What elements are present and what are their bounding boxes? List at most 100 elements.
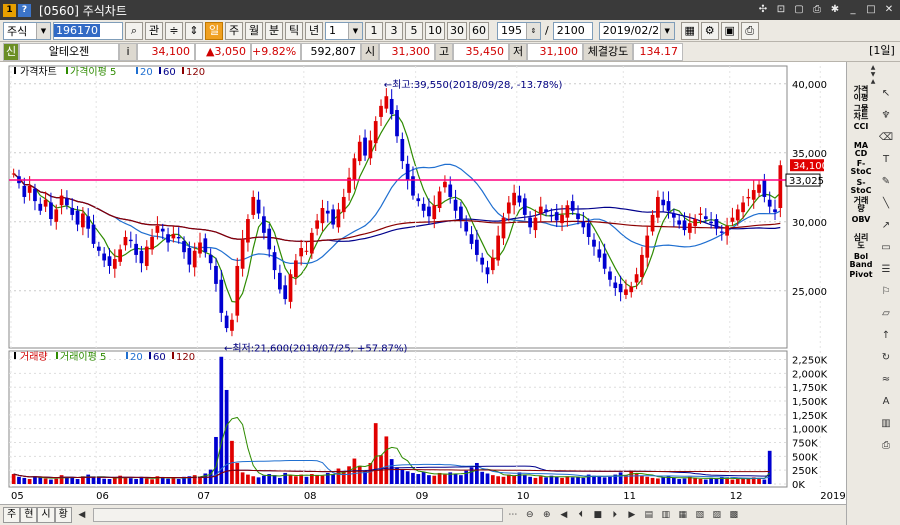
close-icon[interactable]: ✕ [882,2,896,17]
spin-updown-2-button[interactable]: ⇕ [185,21,203,40]
stock-code-input[interactable]: 196170 [53,21,123,40]
spin-up-down-button[interactable]: ≑ [165,21,183,40]
interval-60-button[interactable]: 60 [469,21,489,40]
left-icon[interactable]: ⏴ [574,508,588,522]
last-icon[interactable]: ▶ [625,508,639,522]
interval-1-button[interactable]: 1 [365,21,383,40]
interval-30-button[interactable]: 30 [447,21,467,40]
cursor-icon[interactable]: ↖ [876,86,896,101]
channel-icon[interactable]: ▱ [876,306,896,321]
interval-select[interactable]: 1 ▼ [325,21,363,40]
link-icon[interactable]: ⊡ [774,2,788,17]
count-spinner[interactable]: 195 ⇕ [497,21,541,40]
period-minute-button[interactable]: 분 [265,21,283,40]
tab-stock[interactable]: 주 [3,507,21,523]
day-period-button[interactable]: 일 [205,21,223,40]
indicator-button[interactable]: Pivot [849,271,873,279]
layout-1-icon[interactable]: ▤ [642,508,656,522]
interval-5-button[interactable]: 5 [405,21,423,40]
chart-svg[interactable]: 40,000 35,000 30,000 25,000 2,250K 2,000K 1,7… [0,62,862,504]
sidebar-arrow-icon[interactable]: ▲ [849,78,897,85]
eraser-icon[interactable]: ⌫ [876,130,896,145]
indicator-button[interactable]: MA CD [849,141,873,158]
layout-3-icon[interactable]: ▦ [676,508,690,522]
print-title-icon[interactable]: ⎙ [810,2,824,17]
chevron-down-icon: ▼ [36,22,50,39]
tab-status[interactable]: 황 [54,507,72,523]
auto-icon[interactable]: A [876,394,896,409]
help-icon[interactable]: ? [18,3,31,17]
candle-body [618,283,623,293]
scroll-left-icon[interactable]: ◀ [75,508,89,522]
candle-body [725,225,729,236]
watch-button[interactable]: 관 [145,21,163,40]
minimize-icon[interactable]: _ [846,2,860,17]
candle-icon[interactable]: ▥ [876,416,896,431]
cycle-icon[interactable]: ↻ [876,350,896,365]
pin-icon[interactable]: ✣ [756,2,770,17]
interval-3-button[interactable]: 3 [385,21,403,40]
print-icon[interactable]: ⎙ [876,438,896,453]
market-select[interactable]: 주식 ▼ [3,21,51,40]
date-select[interactable]: 2019/02/22 ▼ [598,21,675,40]
volume-bar [49,479,53,484]
volume-bar [538,476,543,484]
horizontal-scrollbar[interactable] [92,508,503,522]
zoom-out-icon[interactable]: ⊖ [523,508,537,522]
interval-10-button[interactable]: 10 [425,21,445,40]
save-icon[interactable]: ▢ [792,2,806,17]
volume-bar [730,479,735,484]
line-icon[interactable]: ╲ [876,196,896,211]
maximize-icon[interactable]: □ [864,2,878,17]
trend-icon[interactable]: ↗ [876,218,896,233]
indicator-button[interactable]: 가격 이평 [849,86,873,102]
candle-body [33,188,37,202]
sidebar-arrow-icon[interactable]: ▼ [849,71,897,78]
text-tool-icon[interactable]: T [876,152,896,167]
layout-6-icon[interactable]: ▩ [727,508,741,522]
tab-current[interactable]: 현 [20,507,38,523]
grid-button[interactable]: ▦ [680,21,699,40]
period-week-button[interactable]: 주 [225,21,243,40]
wave-icon[interactable]: ≈ [876,372,896,387]
settings-title-icon[interactable]: ✱ [828,2,842,17]
indicator-button[interactable]: 거래 량 [849,197,873,213]
print-chart-button[interactable]: ⎙ [740,21,759,40]
gann-icon[interactable]: ⚐ [876,284,896,299]
magnet-icon[interactable]: ♆ [876,108,896,123]
total-count-field[interactable]: 2100 [552,21,593,40]
info-button[interactable]: i [119,42,137,61]
scroll-dots-icon[interactable]: ⋯ [506,508,520,522]
candle-body [443,181,447,188]
indicator-button[interactable]: Bol Band [849,252,873,269]
candle-body [437,191,442,208]
save-chart-button[interactable]: ▣ [720,21,739,40]
period-year-button[interactable]: 년 [305,21,323,40]
config-button[interactable]: ⚙ [700,21,719,40]
indicator-button[interactable]: S- StoC [849,178,873,195]
indicator-button[interactable]: 그물 차트 [849,104,873,121]
layout-5-icon[interactable]: ▨ [710,508,724,522]
indicator-button[interactable]: F- StoC [849,160,873,176]
rect-icon[interactable]: ▭ [876,240,896,255]
stop-icon[interactable]: ■ [591,508,605,522]
layout-2-icon[interactable]: ▥ [659,508,673,522]
arrow-icon[interactable]: ↑ [876,328,896,343]
first-icon[interactable]: ◀ [557,508,571,522]
chart-area[interactable]: 40,000 35,000 30,000 25,000 2,250K 2,000K 1,7… [0,62,862,525]
zoom-in-icon[interactable]: ⊕ [540,508,554,522]
search-button[interactable]: ⌕ [125,21,143,40]
paint-icon[interactable]: ✎ [876,174,896,189]
period-month-button[interactable]: 월 [245,21,263,40]
indicator-button[interactable]: CCI [849,123,873,131]
right-icon[interactable]: ⏵ [608,508,622,522]
layout-4-icon[interactable]: ▧ [693,508,707,522]
hline-tag: 33,025 [785,173,824,187]
indicator-button[interactable]: OBV [849,215,873,224]
indicator-button[interactable]: 심리 도 [849,234,873,250]
sidebar-arrow-icon[interactable]: ▲ [849,64,897,71]
fibo-icon[interactable]: ☰ [876,262,896,277]
period-tick-button[interactable]: 틱 [285,21,303,40]
tab-market[interactable]: 시 [37,507,55,523]
candle-body [75,210,80,225]
